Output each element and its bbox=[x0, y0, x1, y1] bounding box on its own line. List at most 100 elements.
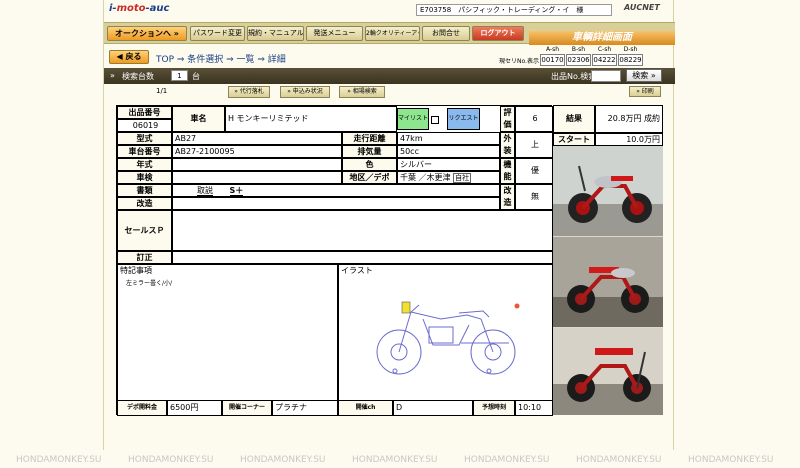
year-label: 年式 bbox=[117, 158, 172, 171]
site-logo[interactable]: i-moto-auc bbox=[109, 3, 169, 14]
depo-label: デポ開料金 bbox=[117, 400, 167, 416]
nav-item-contact[interactable]: お問合せ bbox=[422, 26, 470, 41]
nav-item-manual[interactable]: 規約・マニュアル bbox=[247, 26, 304, 41]
mylist-checkbox[interactable] bbox=[431, 116, 439, 124]
price-label: 現セリNo.表示 bbox=[499, 58, 539, 65]
depo-value: 6500円 bbox=[167, 400, 222, 416]
modified-field bbox=[172, 197, 500, 210]
count-label: 検索台数 bbox=[122, 72, 154, 81]
displacement-value: 50cc bbox=[397, 145, 500, 158]
sales-point-field bbox=[172, 210, 553, 251]
back-button[interactable]: ◀ 戻る bbox=[109, 50, 149, 64]
number-search-input[interactable] bbox=[591, 70, 621, 82]
application-status-button[interactable]: » 申込み状況 bbox=[280, 86, 330, 98]
price-header: A-sh bbox=[545, 46, 560, 53]
rating-label: 評価 bbox=[500, 106, 515, 132]
rank-label: 開催ch bbox=[338, 400, 393, 416]
corner-value: プラチナ bbox=[272, 400, 338, 416]
watermark: HONDAMONKEY.SU bbox=[352, 455, 438, 465]
logout-button[interactable]: ログアウト bbox=[472, 26, 524, 41]
mylist-button[interactable]: マイリスト bbox=[397, 108, 429, 130]
region-field: 千葉 ／木更津 自社 bbox=[397, 171, 500, 184]
mileage-label: 走行距離 bbox=[342, 132, 397, 145]
breadcrumb: TOP ⇒ 条件選択 ⇒ 一覧 ⇒ 詳細 bbox=[156, 55, 286, 65]
modified-value: 無 bbox=[515, 184, 553, 210]
nav-item-password[interactable]: パスワード変更 bbox=[190, 26, 245, 41]
price-value: 00170 bbox=[540, 54, 565, 66]
region-value: 千葉 ／木更津 bbox=[400, 173, 451, 182]
auction-button[interactable]: オークションへ » bbox=[107, 26, 187, 41]
bike-photo[interactable] bbox=[553, 237, 663, 329]
watermark: HONDAMONKEY.SU bbox=[576, 455, 662, 465]
modified-label-right: 改造 bbox=[500, 184, 515, 210]
price-header: D-sh bbox=[623, 46, 638, 53]
function-value: 優 bbox=[515, 158, 553, 184]
market-search-button[interactable]: » 相場検索 bbox=[339, 86, 385, 98]
year-value bbox=[172, 158, 342, 171]
search-button[interactable]: 検索 » bbox=[626, 69, 662, 82]
price-value: 08229 bbox=[618, 54, 643, 66]
number-search-label: 出品No.検索 bbox=[551, 72, 597, 81]
notes-value: 左ミラー曇く/小/ bbox=[126, 280, 173, 287]
chevron-icon: » bbox=[110, 71, 115, 80]
watermark: HONDAMONKEY.SU bbox=[688, 455, 774, 465]
print-button[interactable]: » 印刷 bbox=[629, 86, 661, 97]
nav-item-quality[interactable]: 2輪クオリティーアップ bbox=[365, 26, 420, 41]
corner-label: 開催コーナー bbox=[222, 400, 272, 416]
result-label: 結果 bbox=[553, 105, 595, 133]
motorcycle-diagram-icon bbox=[376, 301, 520, 375]
rating-value: 6 bbox=[515, 106, 553, 132]
mileage-value: 47km bbox=[397, 132, 500, 145]
documents-label: 書類 bbox=[117, 184, 172, 197]
frame-label: 車台番号 bbox=[117, 145, 172, 158]
illustration-panel: イラスト bbox=[338, 264, 553, 416]
lot-value: 06019 bbox=[117, 119, 172, 132]
correction-label: 訂正 bbox=[117, 251, 172, 264]
region-label: 地区／デポ bbox=[342, 171, 397, 184]
main-frame: i-moto-auc E703758 パシフィック・トレーディング・イ 様 AU… bbox=[103, 0, 675, 450]
illustration-label: イラスト bbox=[341, 266, 373, 275]
inspection-label: 車検 bbox=[117, 171, 172, 184]
start-value: 10.0万円 bbox=[595, 133, 663, 146]
correction-field bbox=[172, 251, 553, 264]
watermark: HONDAMONKEY.SU bbox=[240, 455, 326, 465]
price-value: 04222 bbox=[592, 54, 617, 66]
count-value: 1 bbox=[171, 70, 188, 81]
self-run-badge: 自社 bbox=[453, 173, 472, 183]
watermark: HONDAMONKEY.SU bbox=[16, 455, 102, 465]
bike-photo[interactable] bbox=[553, 328, 663, 415]
time-label: 予想時刻 bbox=[473, 400, 515, 416]
photo-column bbox=[553, 146, 663, 415]
name-label: 車名 bbox=[172, 106, 225, 132]
time-value: 10:10 bbox=[515, 400, 553, 416]
documents-field: 取説 S＋ bbox=[172, 184, 500, 197]
sales-point-label: セールスＰ bbox=[117, 210, 172, 251]
price-header: B-sh bbox=[571, 46, 586, 53]
rank-value: D bbox=[393, 400, 473, 416]
exterior-value: 上 bbox=[515, 132, 553, 158]
count-unit: 台 bbox=[192, 72, 200, 81]
notes-label: 特記事項 bbox=[120, 266, 152, 275]
price-header: C-sh bbox=[597, 46, 612, 53]
nav-item-shipping[interactable]: 発送メニュー bbox=[306, 26, 363, 41]
pager: 1/1 bbox=[156, 87, 168, 95]
brand-logo: AUCNET bbox=[624, 3, 660, 12]
watermark: HONDAMONKEY.SU bbox=[128, 455, 214, 465]
page-title: 車輌詳細画面 bbox=[529, 31, 675, 45]
proxy-bid-button[interactable]: » 代行落札 bbox=[228, 86, 270, 98]
watermark: HONDAMONKEY.SU bbox=[464, 455, 550, 465]
frame-value: AB27-2100095 bbox=[172, 145, 342, 158]
color-label: 色 bbox=[342, 158, 397, 171]
price-value: 02306 bbox=[566, 54, 591, 66]
start-label: スタート bbox=[553, 133, 595, 146]
model-value: AB27 bbox=[172, 132, 342, 145]
name-value: H モンキーリミテッド bbox=[225, 106, 397, 132]
notes-panel: 特記事項 左ミラー曇く/小/ bbox=[117, 264, 338, 416]
displacement-label: 排気量 bbox=[342, 145, 397, 158]
exterior-label: 外装 bbox=[500, 132, 515, 158]
bike-photo[interactable] bbox=[553, 146, 663, 238]
function-label: 機能 bbox=[500, 158, 515, 184]
request-button[interactable]: リクエスト bbox=[447, 108, 480, 130]
result-value: 20.8万円 成約 bbox=[595, 105, 663, 133]
color-value: シルバー bbox=[397, 158, 500, 171]
